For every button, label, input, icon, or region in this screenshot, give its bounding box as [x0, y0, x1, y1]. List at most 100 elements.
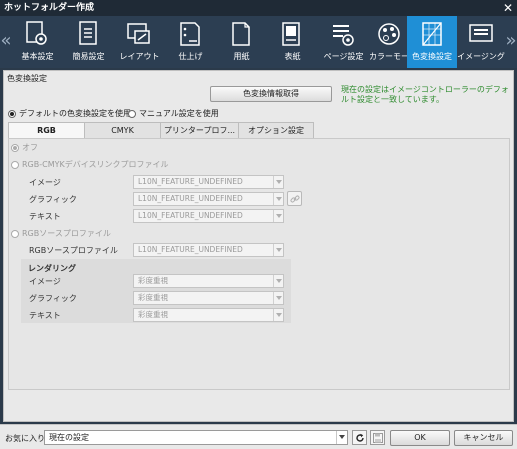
devicelink-image-label: イメージ: [29, 178, 61, 187]
tool-label: 用紙: [233, 52, 250, 61]
tool-label: 表紙: [284, 52, 301, 61]
section-title: 色変換設定: [7, 74, 47, 83]
tool-label: レイアウト: [119, 52, 160, 61]
basic-settings-icon: [26, 21, 47, 45]
color-conversion-panel: 色変換設定 色変換情報取得 現在の設定はイメージコントローラーのデフォルト設定と…: [3, 70, 514, 422]
cancel-button[interactable]: キャンセル: [454, 430, 513, 446]
devicelink-graphic-label: グラフィック: [29, 195, 77, 204]
rendering-text-label: テキスト: [29, 311, 61, 320]
select-value: 彩度重視: [138, 276, 168, 285]
chevron-down-icon: [273, 210, 283, 222]
chevron-down-icon: [336, 431, 347, 444]
tab-cmyk[interactable]: CMYK: [84, 122, 161, 138]
tool-label: イメージング: [457, 52, 505, 61]
tool-finishing[interactable]: 仕上げ: [165, 16, 216, 68]
tab-option-settings[interactable]: オプション設定: [238, 122, 314, 138]
tool-basic-settings[interactable]: 基本設定: [12, 16, 63, 68]
tool-imaging[interactable]: イメージング: [457, 16, 505, 68]
chevron-down-icon: [273, 176, 283, 188]
tool-simple-settings[interactable]: 簡易設定: [63, 16, 114, 68]
radio-label: デフォルトの色変換設定を使用: [19, 109, 131, 118]
page-settings-icon: [333, 25, 354, 46]
chevron-down-icon: [273, 244, 283, 256]
tool-color-conversion[interactable]: 色変換設定: [407, 16, 457, 68]
tool-color-mode[interactable]: カラーモード: [369, 16, 417, 68]
simple-settings-icon: [79, 21, 97, 45]
tab-rgb[interactable]: RGB: [8, 122, 85, 138]
radio-dot[interactable]: [128, 109, 136, 118]
layout-icon: [127, 23, 150, 44]
tool-label: 色変換設定: [412, 52, 452, 61]
select-value: L10N_FEATURE_UNDEFINED: [138, 177, 243, 186]
radio-rgb-off[interactable]: オフ: [11, 142, 38, 153]
paper-icon: [232, 22, 250, 46]
rendering-text-select[interactable]: 彩度重視: [133, 308, 284, 322]
title-bar: ホットフォルダー作成 ✕: [0, 0, 517, 16]
devicelink-text-label: テキスト: [29, 212, 61, 221]
select-value: L10N_FEATURE_UNDEFINED: [138, 194, 243, 203]
tool-label: 仕上げ: [178, 52, 203, 61]
cover-icon: [282, 22, 300, 46]
tab-printer-profile[interactable]: プリンタープロフ...: [160, 122, 239, 138]
radio-use-default[interactable]: デフォルトの色変換設定を使用: [8, 108, 131, 119]
rgb-tab-content: オフ RGB-CMYKデバイスリンクプロファイル イメージ L10N_FEATU…: [8, 138, 510, 390]
tool-label: カラーモード: [369, 52, 417, 61]
dialog-footer: お気に入り 現在の設定 OK キャンセル: [0, 424, 517, 449]
save-favorite-button[interactable]: [370, 430, 385, 445]
source-profile-label: RGBソースプロファイル: [29, 246, 118, 255]
source-profile-select[interactable]: L10N_FEATURE_UNDEFINED: [133, 243, 284, 257]
rendering-graphic-select[interactable]: 彩度重視: [133, 291, 284, 305]
rendering-graphic-label: グラフィック: [29, 294, 77, 303]
refresh-button[interactable]: [352, 430, 367, 445]
radio-label: オフ: [22, 143, 38, 152]
rendering-image-select[interactable]: 彩度重視: [133, 274, 284, 288]
finishing-icon: [180, 22, 200, 46]
radio-rgb-cmyk-devicelink[interactable]: RGB-CMYKデバイスリンクプロファイル: [11, 159, 169, 170]
rendering-heading: レンダリング: [28, 264, 76, 273]
devicelink-text-select[interactable]: L10N_FEATURE_UNDEFINED: [133, 209, 284, 223]
link-button[interactable]: [287, 191, 302, 206]
tool-page-settings[interactable]: ページ設定: [318, 16, 369, 68]
tool-paper[interactable]: 用紙: [216, 16, 267, 68]
select-value: L10N_FEATURE_UNDEFINED: [138, 245, 243, 254]
category-toolbar: « 基本設定 簡易設定 レイアウト 仕上げ 用紙 表紙 ページ設定 カラーモード…: [0, 16, 517, 68]
color-mode-icon: [378, 23, 400, 45]
devicelink-image-select[interactable]: L10N_FEATURE_UNDEFINED: [133, 175, 284, 189]
tool-layout[interactable]: レイアウト: [114, 16, 165, 68]
refresh-icon: [356, 433, 364, 442]
tool-label: ページ設定: [323, 52, 364, 61]
color-conversion-icon: [422, 22, 442, 46]
favorites-label: お気に入り: [5, 434, 45, 443]
radio-dot[interactable]: [11, 143, 19, 152]
ok-button[interactable]: OK: [390, 430, 450, 446]
radio-dot[interactable]: [11, 229, 19, 238]
select-value: 彩度重視: [138, 293, 168, 302]
radio-use-manual[interactable]: マニュアル設定を使用: [128, 108, 219, 119]
chevron-down-icon: [273, 193, 283, 205]
tool-label: 基本設定: [21, 52, 54, 61]
radio-label: RGB-CMYKデバイスリンクプロファイル: [22, 160, 169, 169]
devicelink-graphic-select[interactable]: L10N_FEATURE_UNDEFINED: [133, 192, 284, 206]
chevron-down-icon: [273, 275, 283, 287]
favorites-select[interactable]: 現在の設定: [44, 430, 348, 445]
chevron-down-icon: [273, 292, 283, 304]
radio-label: マニュアル設定を使用: [139, 109, 219, 118]
link-icon: [290, 195, 300, 203]
close-icon[interactable]: ✕: [503, 0, 513, 16]
radio-rgb-source-profile[interactable]: RGBソースプロファイル: [11, 228, 111, 239]
window-title: ホットフォルダー作成: [4, 3, 95, 13]
get-color-info-button[interactable]: 色変換情報取得: [210, 86, 332, 102]
scroll-right-icon[interactable]: »: [505, 28, 517, 54]
chevron-down-icon: [273, 309, 283, 321]
radio-dot[interactable]: [8, 109, 16, 118]
select-value: L10N_FEATURE_UNDEFINED: [138, 211, 243, 220]
radio-label: RGBソースプロファイル: [22, 229, 111, 238]
radio-dot[interactable]: [11, 160, 19, 169]
status-message: 現在の設定はイメージコントローラーのデフォルト設定と一致しています。: [341, 85, 509, 104]
select-value: 彩度重視: [138, 310, 168, 319]
color-tabs: RGB CMYK プリンタープロフ... オプション設定: [8, 122, 314, 138]
tool-label: 簡易設定: [72, 52, 105, 61]
save-icon: [373, 433, 383, 443]
scroll-left-icon[interactable]: «: [0, 28, 12, 54]
tool-cover[interactable]: 表紙: [267, 16, 318, 68]
